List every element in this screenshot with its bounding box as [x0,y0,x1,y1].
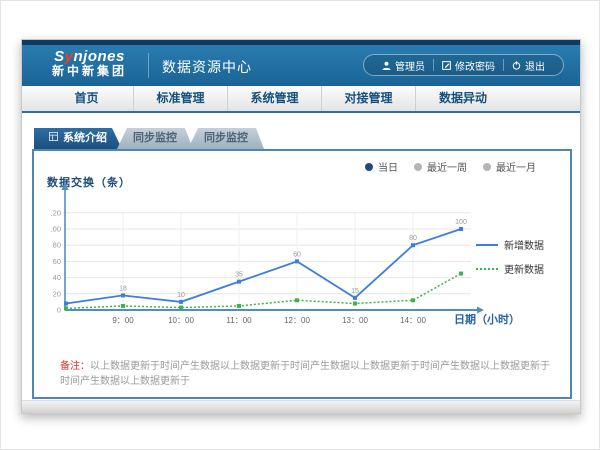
tab-system-intro[interactable]: 系统介绍 [34,128,122,149]
range-option-last-week[interactable]: 最近一周 [414,159,467,174]
range-option-label: 最近一月 [496,159,536,174]
svg-text:100: 100 [455,219,467,226]
user-icon [382,61,391,70]
user-toolbar: 管理员 修改密码 退出 [363,54,564,76]
svg-text:100: 100 [51,225,61,234]
svg-text:60: 60 [293,251,301,258]
range-option-today[interactable]: 当日 [365,159,398,174]
page: Synjones 新中新集团 数据资源中心 管理员 修改密码 [0,0,600,450]
user-menu-label: 管理员 [395,58,425,73]
main-nav: 首页 标准管理 系统管理 对接管理 数据异动 [22,86,580,113]
nav-item-standard-mgmt[interactable]: 标准管理 [134,86,228,111]
svg-text:15: 15 [351,288,359,295]
x-axis-title: 日期（小时） [454,311,520,327]
page-title: 数据资源中心 [162,57,252,77]
svg-text:11：00: 11：00 [226,316,252,325]
logout-button[interactable]: 退出 [504,58,553,73]
svg-text:40: 40 [53,273,61,282]
power-icon [512,61,521,70]
brand-logo: Synjones 新中新集团 [52,49,127,77]
radio-selected-icon [365,163,373,171]
logo-subtext: 新中新集团 [52,65,127,78]
svg-text:12：00: 12：00 [284,316,310,325]
footnote-label: 备注： [60,361,90,372]
header: Synjones 新中新集团 数据资源中心 管理员 修改密码 [22,45,580,86]
svg-text:18: 18 [119,285,127,292]
svg-text:9：00: 9：00 [112,316,134,325]
nav-item-data-change[interactable]: 数据异动 [416,86,510,111]
dotted-line-swatch-icon [476,267,498,271]
logo-text: Synjones [52,49,127,65]
footnote-text: 以上数据更新于时间产生数据以上数据更新于时间产生数据以上数据更新于时间产生数据以… [60,361,550,387]
change-password-label: 修改密码 [455,58,495,73]
tab-sync-monitor-2[interactable]: 同步监控 [188,128,264,149]
svg-text:20: 20 [53,289,61,298]
logo-accent: y [65,48,74,65]
svg-text:120: 120 [51,208,61,217]
svg-text:10: 10 [177,292,185,299]
range-option-last-month[interactable]: 最近一月 [483,159,536,174]
document-grid-icon [49,128,58,149]
range-option-label: 最近一周 [427,159,467,174]
legend-label: 更新数据 [504,261,544,276]
svg-text:60: 60 [53,257,61,266]
legend-label: 新增数据 [504,237,544,252]
solid-line-swatch-icon [476,243,498,247]
edit-icon [442,61,451,70]
tab-sync-monitor-1[interactable]: 同步监控 [117,128,193,149]
change-password-button[interactable]: 修改密码 [434,58,503,73]
window-footer [22,400,580,413]
svg-text:0: 0 [57,306,61,315]
radio-unselected-icon [483,163,491,171]
legend-item-update-data: 更新数据 [476,261,556,276]
logout-label: 退出 [525,58,545,73]
svg-text:80: 80 [53,241,61,250]
nav-item-interface-mgmt[interactable]: 对接管理 [322,86,416,111]
chart-legend: 新增数据 更新数据 [476,237,556,285]
radio-unselected-icon [414,163,422,171]
user-menu-button[interactable]: 管理员 [374,58,433,73]
nav-item-home[interactable]: 首页 [40,86,134,111]
range-option-label: 当日 [378,159,398,174]
range-selector: 当日 最近一周 最近一月 [365,159,536,174]
svg-text:10：00: 10：00 [168,316,194,325]
app-window: Synjones 新中新集团 数据资源中心 管理员 修改密码 [21,39,581,414]
svg-text:35: 35 [235,272,243,279]
content-panel: 当日 最近一周 最近一月 数据交换（条） 0204060801001209：00… [32,149,572,399]
svg-text:13：00: 13：00 [342,316,368,325]
legend-item-new-data: 新增数据 [476,237,556,252]
line-chart: 0 20 40 60 80 100 120 9：00 10：00 11：00 12：00 13：00 1… [51,180,496,332]
svg-text:14：00: 14：00 [400,316,426,325]
header-divider [148,53,149,78]
tab-label: 系统介绍 [63,128,107,149]
tab-bar: 系统介绍 同步监控 同步监控 [34,128,264,149]
svg-text:80: 80 [409,235,417,242]
footnote: 备注：以上数据更新于时间产生数据以上数据更新于时间产生数据以上数据更新于时间产生… [60,359,552,389]
nav-item-system-mgmt[interactable]: 系统管理 [228,86,322,111]
